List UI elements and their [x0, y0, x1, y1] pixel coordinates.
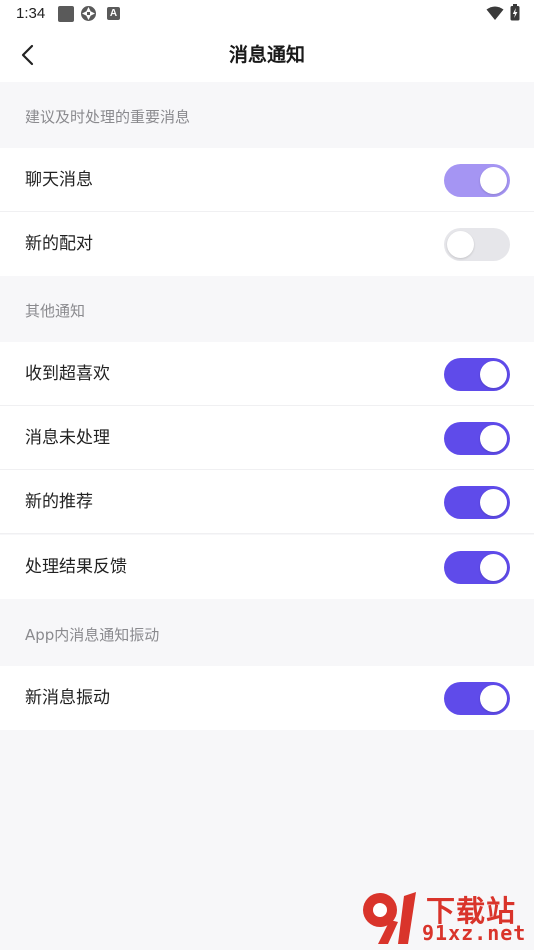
toggle-knob: [480, 361, 507, 388]
app-a-icon: A: [107, 7, 120, 20]
section-header-vibration: App内消息通知振动: [0, 600, 534, 666]
setting-row-message-vibration: 新消息振动: [0, 666, 534, 730]
91-logo-icon: [363, 892, 416, 944]
message-vibration-toggle[interactable]: [444, 682, 510, 715]
status-icons-left: A: [58, 5, 120, 22]
setting-label: 新消息振动: [25, 688, 110, 708]
toggle-knob: [447, 231, 474, 258]
setting-label: 收到超喜欢: [25, 364, 110, 384]
section-title: 其他通知: [25, 302, 86, 320]
wifi-icon: [486, 6, 504, 20]
setting-row-chat-messages: 聊天消息: [0, 148, 534, 212]
toggle-knob: [480, 425, 507, 452]
battery-icon: [510, 4, 520, 21]
watermark: 下载站 91xz.net: [360, 888, 530, 948]
setting-row-new-match: 新的配对: [0, 212, 534, 276]
status-icons-right: [486, 4, 520, 21]
new-recommendations-toggle[interactable]: [444, 486, 510, 519]
section-title: App内消息通知振动: [25, 626, 160, 644]
setting-row-new-recommendations: 新的推荐: [0, 470, 534, 534]
status-bar: 1:34 A: [0, 0, 534, 28]
setting-row-unhandled-messages: 消息未处理: [0, 406, 534, 470]
setting-row-super-like: 收到超喜欢: [0, 342, 534, 406]
setting-label: 处理结果反馈: [25, 557, 127, 577]
setting-label: 消息未处理: [25, 428, 110, 448]
toggle-knob: [480, 167, 507, 194]
setting-label: 聊天消息: [25, 170, 93, 190]
setting-label: 新的配对: [25, 234, 93, 254]
section-header-important: 建议及时处理的重要消息: [0, 82, 534, 148]
watermark-domain: 91xz.net: [422, 921, 527, 945]
row-divider: [0, 533, 534, 534]
section-title: 建议及时处理的重要消息: [25, 108, 191, 126]
app-header: 消息通知: [0, 28, 534, 82]
toggle-knob: [480, 554, 507, 581]
setting-label: 新的推荐: [25, 492, 93, 512]
aperture-icon: [81, 6, 96, 21]
super-like-toggle[interactable]: [444, 358, 510, 391]
setting-row-result-feedback: 处理结果反馈: [0, 535, 534, 599]
result-feedback-toggle[interactable]: [444, 551, 510, 584]
toggle-knob: [480, 685, 507, 712]
page-title: 消息通知: [228, 44, 305, 66]
new-match-toggle[interactable]: [444, 228, 510, 261]
status-time: 1:34: [16, 5, 46, 22]
chat-messages-toggle[interactable]: [444, 164, 510, 197]
toggle-knob: [480, 489, 507, 516]
square-icon: [58, 5, 74, 22]
unhandled-messages-toggle[interactable]: [444, 422, 510, 455]
section-header-other: 其他通知: [0, 276, 534, 342]
